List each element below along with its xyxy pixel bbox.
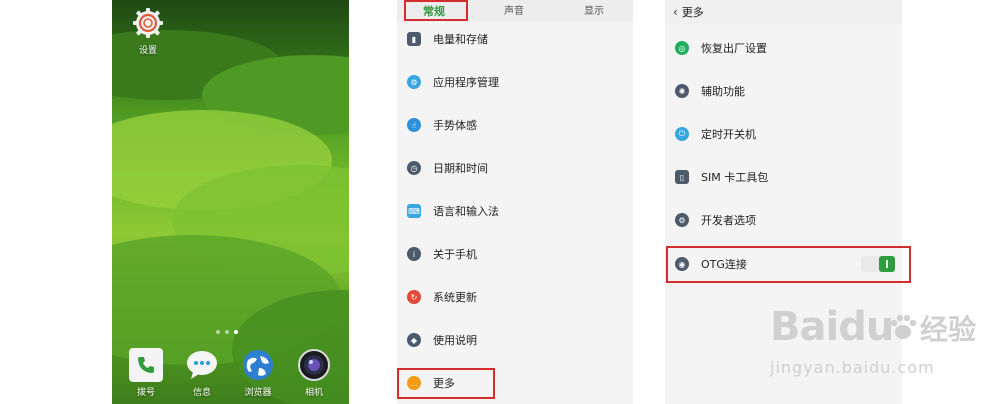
- page-indicator: [216, 330, 238, 334]
- bulb-icon: ◆: [407, 333, 421, 347]
- page-dot-active: [234, 330, 238, 334]
- settings-item-label: 手势体感: [433, 119, 477, 132]
- message-icon: [185, 348, 219, 382]
- highlight-more-item: [397, 368, 495, 399]
- settings-item-update[interactable]: ↻ 系统更新: [397, 282, 477, 312]
- settings-item-manual[interactable]: ◆ 使用说明: [397, 325, 477, 355]
- battery-icon: ▮: [407, 32, 421, 46]
- watermark-brand: Baidu: [770, 304, 894, 350]
- dock-label: 浏览器: [244, 388, 272, 398]
- apps-icon: ⚙: [407, 75, 421, 89]
- settings-item-apps[interactable]: ⚙ 应用程序管理: [397, 67, 499, 97]
- more-item-sim-toolkit[interactable]: ▯ SIM 卡工具包: [665, 162, 768, 192]
- watermark-brand-cn: 经验: [920, 313, 977, 346]
- dock-label: 相机: [304, 388, 323, 398]
- dock-app-browser[interactable]: 浏览器: [236, 348, 280, 398]
- paw-icon: [890, 314, 917, 339]
- more-item-accessibility[interactable]: ✺ 辅助功能: [665, 76, 745, 106]
- page-dot: [216, 330, 220, 334]
- page-dot: [225, 330, 229, 334]
- developer-icon: ⚙: [675, 213, 689, 227]
- settings-app-label: 设置: [138, 46, 157, 56]
- settings-item-label: 使用说明: [433, 334, 477, 347]
- more-item-power-timer[interactable]: ⏻ 定时开关机: [665, 119, 756, 149]
- settings-item-battery[interactable]: ▮ 电量和存储: [397, 24, 488, 54]
- highlight-otg-item: [666, 246, 911, 283]
- clock-icon: ◷: [407, 161, 421, 175]
- more-item-label: 辅助功能: [701, 85, 745, 98]
- highlight-tab-general: [404, 0, 468, 21]
- settings-screen: 常规 声音 显示 ▮ 电量和存储 ⚙ 应用程序管理 ☝ 手势体感 ◷ 日期和时间…: [397, 0, 633, 404]
- more-item-label: 恢复出厂设置: [701, 42, 767, 55]
- power-timer-icon: ⏻: [675, 127, 689, 141]
- watermark-url: jingyan.baidu.com: [770, 358, 935, 377]
- settings-item-label: 电量和存储: [433, 33, 488, 46]
- settings-item-language[interactable]: ⌨ 语言和输入法: [397, 196, 499, 226]
- more-item-factory-reset[interactable]: ◎ 恢复出厂设置: [665, 33, 767, 63]
- settings-item-label: 系统更新: [433, 291, 477, 304]
- gesture-icon: ☝: [407, 118, 421, 132]
- info-icon: i: [407, 247, 421, 261]
- more-item-label: SIM 卡工具包: [701, 171, 769, 184]
- dock-label: 拨号: [136, 388, 155, 398]
- reset-icon: ◎: [675, 41, 689, 55]
- accessibility-icon: ✺: [675, 84, 689, 98]
- tab-sound[interactable]: 声音: [484, 0, 544, 22]
- more-item-label: 定时开关机: [701, 128, 756, 141]
- settings-item-gesture[interactable]: ☝ 手势体感: [397, 110, 477, 140]
- gear-icon: [131, 6, 165, 40]
- tab-display[interactable]: 显示: [564, 0, 624, 22]
- settings-item-label: 语言和输入法: [433, 205, 499, 218]
- settings-item-label: 关于手机: [433, 248, 477, 261]
- settings-item-label: 日期和时间: [433, 162, 488, 175]
- back-chevron-icon[interactable]: ‹: [673, 5, 678, 19]
- more-item-label: 开发者选项: [701, 214, 756, 227]
- settings-item-about[interactable]: i 关于手机: [397, 239, 477, 269]
- keyboard-icon: ⌨: [407, 204, 421, 218]
- more-item-developer[interactable]: ⚙ 开发者选项: [665, 205, 756, 235]
- globe-icon: [241, 348, 275, 382]
- dock-label: 信息: [192, 388, 211, 398]
- dock-app-messages[interactable]: 信息: [180, 348, 224, 398]
- update-icon: ↻: [407, 290, 421, 304]
- settings-item-label: 应用程序管理: [433, 76, 499, 89]
- settings-app[interactable]: 设置: [126, 6, 170, 56]
- phone-icon: [129, 348, 163, 382]
- camera-icon: [297, 348, 331, 382]
- dock-app-phone[interactable]: 拨号: [124, 348, 168, 398]
- settings-item-datetime[interactable]: ◷ 日期和时间: [397, 153, 488, 183]
- dock-app-camera[interactable]: 相机: [292, 348, 336, 398]
- sim-icon: ▯: [675, 170, 689, 184]
- home-screen: 设置 拨号 信息 浏览器 相机: [112, 0, 349, 404]
- baidu-watermark: Baidu 经验 jingyan.baidu.com: [770, 298, 976, 398]
- more-page-title: 更多: [681, 6, 704, 19]
- more-header: ‹ 更多: [665, 0, 902, 24]
